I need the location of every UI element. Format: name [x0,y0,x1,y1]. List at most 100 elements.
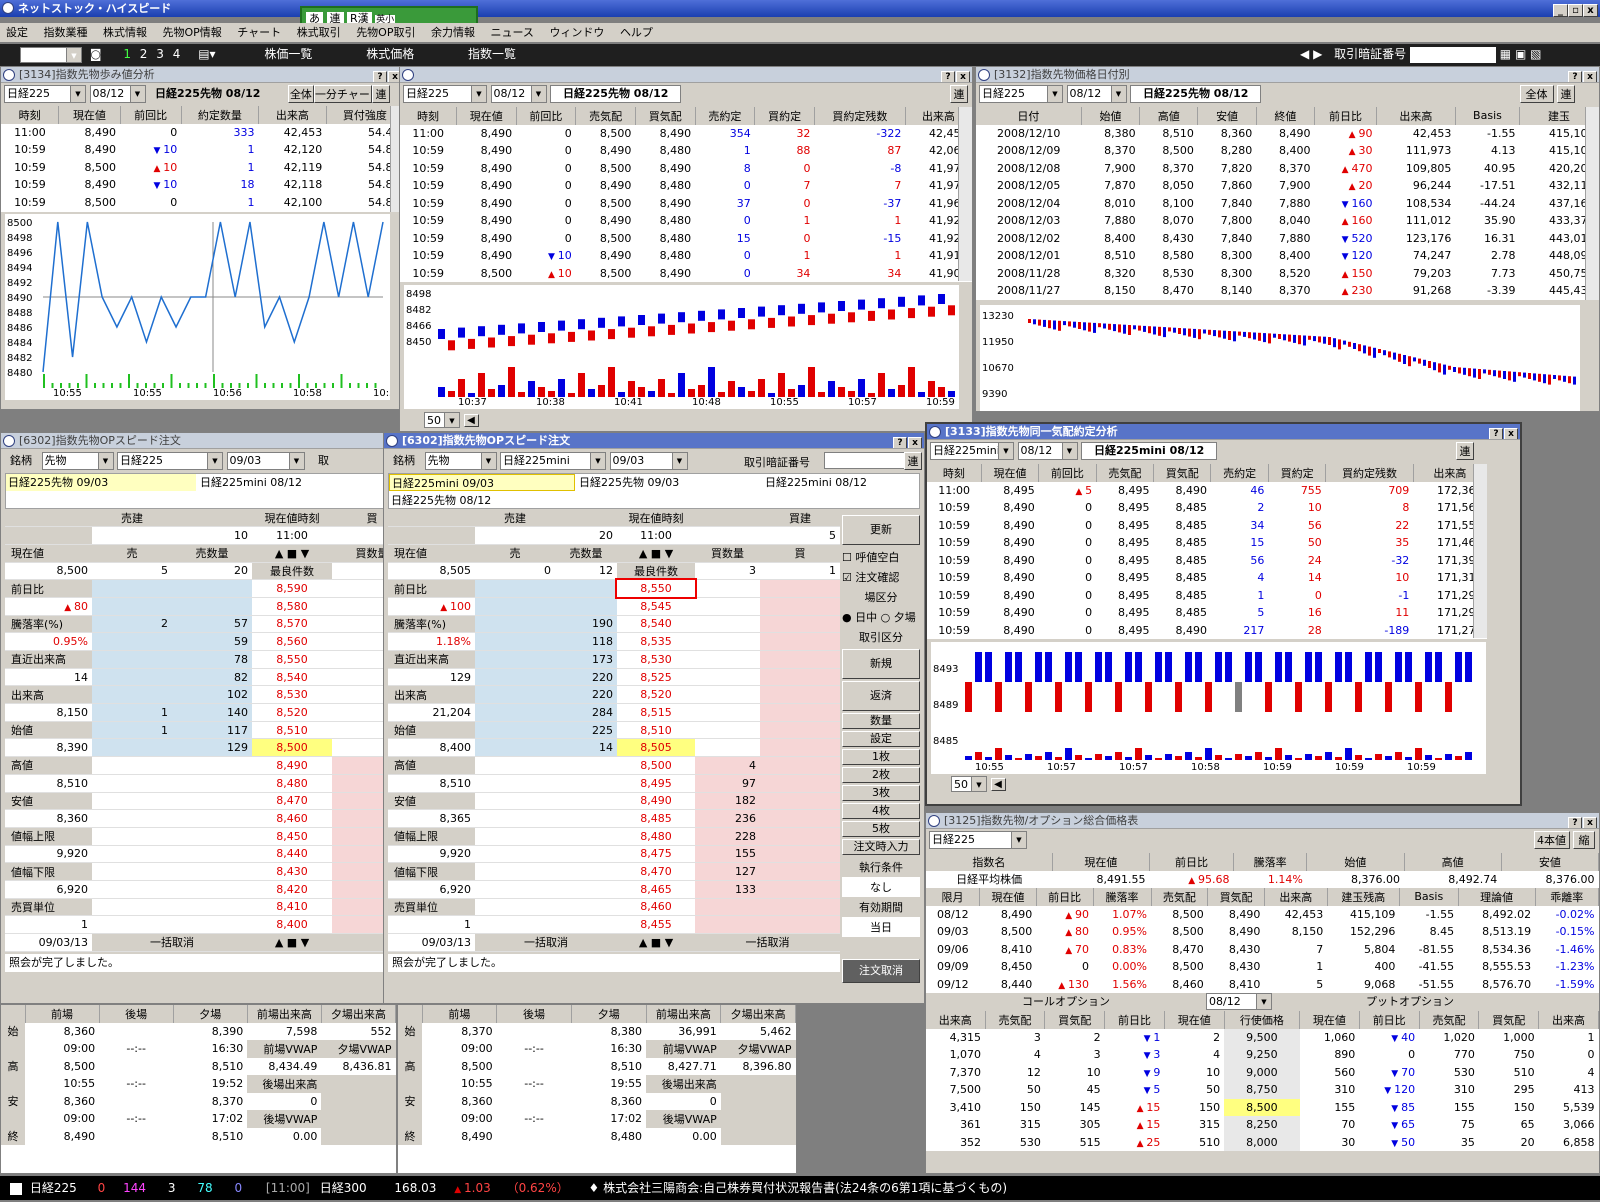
close-button[interactable]: x [1583,3,1598,17]
price-cell[interactable]: 8,460 [252,809,332,828]
four-values-button[interactable]: 4本値 [1533,831,1570,849]
month-select[interactable]: 08/12 [490,85,547,103]
table-row[interactable]: 10:59 8,490 0 8,500 8,480 15 0 -15 41,925 [400,229,972,247]
ladder-row[interactable]: 売買単位 8,460 [388,898,840,917]
link-button[interactable]: 連 [1456,442,1474,460]
price-cell[interactable]: 8,540 [617,615,695,634]
price-cell[interactable]: 8,545 [617,597,695,616]
bulk-cancel-button[interactable]: 一括取消 [695,933,840,952]
ladder-row[interactable]: 6,9208,42070 [5,880,392,899]
close-button[interactable]: x [956,71,970,82]
ladder-row[interactable]: 8,5108,48073 [5,774,392,793]
ladder-row[interactable]: 安値 8,490 182 [388,792,840,811]
symbol-select[interactable]: 日経225 [403,85,487,103]
price-cell[interactable]: 8,465 [617,880,695,899]
price-cell[interactable]: 8,560 [252,632,332,651]
table-row[interactable]: 10:598,490101842,11854.86 [1,176,404,194]
table-row[interactable]: 2008/12/028,4008,4307,8407,880520123,176… [976,229,1599,247]
table-row[interactable]: 09/068,410700.83%8,4708,43075,804-81.558… [926,940,1599,958]
scrollbar[interactable] [1473,464,1487,638]
sell-order-cell[interactable] [475,668,555,687]
toolbar-select[interactable] [20,46,82,63]
qty-2[interactable]: 2枚 [842,767,920,783]
price-cell[interactable]: 8,475 [617,845,695,864]
table-row[interactable]: 10:59 8,500 0 1 42,100 54.88 [1,193,404,211]
table-row[interactable]: 361315305153158,250706575653,066 [926,1116,1599,1134]
ladder-row[interactable]: 1.18% 118 8,535 [388,632,840,651]
pin-input[interactable] [1409,46,1496,63]
month-select[interactable]: 09/03 [226,452,305,470]
table-row[interactable]: 10:598,50010142,11954.86 [1,158,404,176]
price-cell[interactable]: 8,460 [617,898,695,917]
sell-order-cell[interactable] [475,632,555,651]
menu-item[interactable]: 余力情報 [431,26,475,39]
scrollbar[interactable] [1585,107,1599,300]
ladder-row[interactable]: 値幅下限8,43079 [5,862,392,881]
table-row[interactable]: 08/128,490901.07%8,5008,49042,453415,109… [926,905,1599,923]
price-cell[interactable]: 8,580 [252,597,332,616]
ladder-row[interactable]: 100 8,545 [388,597,840,616]
sell-order-cell[interactable] [475,845,555,864]
table-row[interactable]: 10:59 8,490 0 8,495 8,485 56 24 -32 171,395 [927,551,1487,569]
sell-order-cell[interactable] [475,880,555,899]
price-cell[interactable]: 8,550 [615,577,697,600]
evening-radio[interactable]: ○ [877,611,894,624]
help-button[interactable]: ? [1489,428,1503,439]
symbol-select[interactable]: 日経225 [979,85,1063,103]
sell-order-cell[interactable] [92,898,172,917]
ladder-row[interactable]: 前日比 8,550 [388,577,840,600]
table-row[interactable]: 352530515255108,000305035206,858 [926,1133,1599,1151]
table-row[interactable]: 10:598,490108,4908,48001141,910 [400,247,972,265]
sell-order-cell[interactable] [475,756,555,775]
sell-order-cell[interactable] [92,792,172,811]
menu-item[interactable]: 指数業種 [44,26,88,39]
buy-order-cell[interactable] [760,774,840,793]
ladder-row[interactable]: 直近出来高 173 8,530 [388,650,840,669]
close-position-button[interactable]: 返済 [842,681,920,711]
buy-order-cell[interactable] [760,915,840,934]
buy-order-cell[interactable] [760,756,840,775]
buy-order-cell[interactable] [760,579,840,598]
close-button[interactable]: x [1583,817,1597,828]
ladder-row[interactable]: 始値 225 8,510 [388,721,840,740]
buy-order-cell[interactable] [760,615,840,634]
sell-order-cell[interactable] [92,632,172,651]
table-row[interactable]: 10:598,49010142,12054.86 [1,141,404,159]
tab-active[interactable]: 日経225mini 09/03 [389,474,575,491]
ladder-row[interactable]: 8,150 1 140 8,520 [5,703,392,722]
table-row[interactable]: 10:59 8,490 0 8,495 8,485 4 14 10 171,315 [927,569,1487,587]
ladder-row[interactable]: 前日比 8,590 [5,579,392,598]
buy-order-cell[interactable] [760,792,840,811]
price-cell[interactable]: 8,490 [617,792,695,811]
table-row[interactable]: 11:00 8,490 0 8,500 8,490 354 32 -322 42,453 [400,124,972,142]
buy-order-cell[interactable] [760,685,840,705]
sell-order-cell[interactable] [475,898,555,917]
link-button[interactable]: 連 [950,85,968,103]
table-row[interactable]: 2008/12/018,5108,5808,3008,40012074,2472… [976,247,1599,265]
ladder-row[interactable]: 安値8,47068 [5,792,392,811]
day-radio[interactable]: ● [842,611,855,624]
price-cell[interactable]: 8,510 [252,721,332,740]
price-cell[interactable]: 8,550 [252,650,332,669]
month-select[interactable]: 08/12 [1017,442,1078,460]
table-row[interactable]: 10:59 8,490 0 8,495 8,485 1 0 -1 171,297 [927,586,1487,604]
table-row[interactable]: 2008/12/037,8808,0707,8008,040160111,012… [976,212,1599,230]
buy-order-cell[interactable] [760,898,840,917]
tick-blank-checkbox[interactable]: ☐ [842,551,855,564]
sell-order-cell[interactable]: 1 [92,721,172,740]
type-select[interactable]: 先物 [41,452,114,470]
price-cell[interactable]: 8,480 [252,774,332,793]
sell-order-cell[interactable] [475,650,555,669]
cancel-order-button[interactable]: 注文取消 [842,959,920,983]
price-cell[interactable]: 8,440 [252,845,332,864]
ladder-row[interactable]: 1 8,400 [5,915,392,934]
help-button[interactable]: ? [1568,817,1582,828]
sell-order-cell[interactable] [92,862,172,881]
price-cell[interactable]: 8,520 [252,703,332,722]
price-cell[interactable]: 8,540 [252,668,332,687]
sell-order-cell[interactable] [475,615,555,634]
help-button[interactable]: ? [1568,71,1582,82]
help-button[interactable]: ? [373,71,387,82]
ladder-row[interactable]: 売買単位 8,410 [5,898,392,917]
pin-input[interactable] [824,452,906,469]
